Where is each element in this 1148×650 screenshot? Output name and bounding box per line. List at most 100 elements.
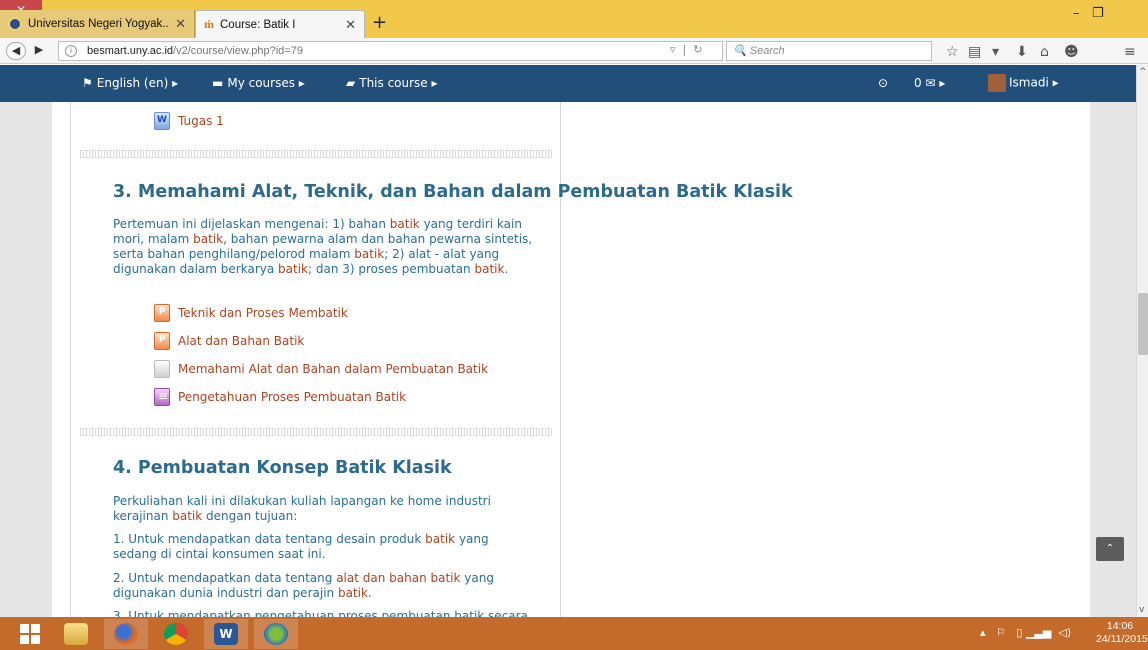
url-path: /v2/course/view.php?id=79 (173, 45, 303, 57)
forward-button[interactable]: ▶ (30, 42, 48, 60)
file-icon (154, 360, 170, 378)
section-4-point-1: 1. Untuk mendapatkan data tentang desain… (113, 532, 513, 562)
activity-memahami-alat[interactable]: Memahami Alat dan Bahan dalam Pembuatan … (154, 360, 488, 378)
new-tab-button[interactable]: + (372, 12, 387, 33)
bookmark-star-icon[interactable]: ☆ (946, 44, 959, 60)
scroll-up-icon[interactable]: ^ (1139, 67, 1147, 77)
user-name: Ismadi (1009, 75, 1049, 90)
show-hidden-icons-icon[interactable]: ▴ (980, 626, 986, 639)
url-bar[interactable]: i besmart.uny.ac.id/v2/course/view.php?i… (58, 41, 723, 61)
this-course-menu[interactable]: ▰ This course ▸ (346, 76, 438, 90)
highlighted-term: batik (389, 217, 420, 231)
powerpoint-icon (154, 332, 170, 350)
signal-icon[interactable]: ▁▃▅ (1026, 626, 1051, 639)
my-courses-menu[interactable]: ▬ My courses ▸ (212, 76, 305, 90)
pocket-icon[interactable]: ▾ (992, 44, 999, 60)
taskbar-firefox[interactable] (104, 619, 148, 649)
tab-universitas[interactable]: Universitas Negeri Yogyak... ✕ (0, 10, 195, 38)
reload-icon[interactable]: ↻ (693, 43, 702, 56)
activity-tugas-1[interactable]: Tugas 1 (154, 112, 224, 130)
paragraph-text: . (367, 586, 372, 600)
network-icon[interactable]: ▯ (1016, 626, 1022, 639)
tab-label: Course: Batik I (220, 18, 296, 31)
section-3-title: 3. Memahami Alat, Teknik, dan Bahan dala… (113, 182, 793, 202)
paragraph-text: ; dan 3) proses pembuatan (308, 262, 475, 276)
activity-label: Tugas 1 (178, 114, 224, 128)
section-4-point-3: 3. Untuk mendapatkan pengetahuan proses … (113, 609, 528, 617)
tab-course-batik[interactable]: ṁ Course: Batik I ✕ (195, 10, 365, 38)
flag-icon: ⚑ (82, 76, 93, 90)
section-4-title: 4. Pembuatan Konsep Batik Klasik (113, 458, 452, 478)
section-right-border (560, 102, 561, 617)
start-button[interactable] (8, 619, 52, 649)
minimize-window-button[interactable]: – (1073, 6, 1080, 21)
scroll-down-icon[interactable]: v (1139, 605, 1144, 615)
moodle-favicon-icon: ṁ (204, 17, 214, 31)
taskbar-chrome[interactable] (154, 619, 198, 649)
briefcase-icon: ▬ (212, 76, 224, 90)
user-menu[interactable]: Ismadi ▸ (988, 74, 1059, 92)
tab-close-icon[interactable]: ✕ (345, 17, 356, 33)
language-label: English (en) (96, 76, 169, 90)
system-tray: ▴ ⚐ ▯ ▁▃▅ ◁) (980, 626, 1071, 639)
activity-teknik-proses[interactable]: Teknik dan Proses Membatik (154, 304, 348, 322)
site-identity-icon[interactable]: i (65, 45, 77, 57)
moodle-navbar: ⚑ English (en) ▸ ▬ My courses ▸ ▰ This cour… (0, 65, 1136, 102)
tab-close-icon[interactable]: ✕ (175, 16, 186, 32)
word-document-icon (154, 112, 170, 130)
volume-icon[interactable]: ◁) (1058, 626, 1071, 639)
section-divider (80, 150, 552, 158)
taskbar-clock[interactable]: 14:06 24/11/2015 (1096, 620, 1148, 646)
action-center-flag-icon[interactable]: ⚐ (996, 626, 1006, 639)
scrollbar-thumb[interactable] (1138, 293, 1148, 355)
section-4-point-2: 2. Untuk mendapatkan data tentang alat d… (113, 571, 513, 601)
highlighted-term: alat dan bahan batik (336, 571, 461, 585)
bookmarks-list-icon[interactable]: ▤ (968, 44, 981, 60)
chat-icon[interactable]: ☻ (1064, 44, 1079, 60)
page-icon (154, 388, 170, 406)
taskbar-word[interactable]: W (204, 619, 248, 649)
vertical-scrollbar[interactable]: ^ v (1136, 65, 1148, 617)
globe-app-icon (264, 623, 288, 645)
url-dropdown-icon[interactable]: ▿ | ↻ (670, 43, 702, 56)
book-icon: ▰ (346, 76, 356, 90)
browser-titlebar: Universitas Negeri Yogyak... ✕ ṁ Course:… (0, 0, 1148, 38)
search-input[interactable]: 🔍 Search (726, 41, 932, 61)
this-course-label: This course (359, 76, 428, 90)
envelope-icon: ✉ (925, 76, 936, 90)
windows-logo-icon (20, 624, 40, 644)
section-left-border (70, 102, 71, 617)
maximize-window-button[interactable]: ❐ (1092, 6, 1104, 21)
downloads-icon[interactable]: ⬇ (1016, 44, 1028, 60)
avatar (988, 74, 1006, 92)
highlighted-term: batik (474, 262, 505, 276)
language-menu[interactable]: ⚑ English (en) ▸ (82, 76, 178, 90)
menu-icon[interactable]: ≡ (1124, 44, 1136, 60)
section-3-summary: Pertemuan ini dijelaskan mengenai: 1) ba… (113, 217, 538, 277)
activity-pengetahuan-proses[interactable]: Pengetahuan Proses Pembuatan Batik (154, 388, 406, 406)
navigation-toolbar: ◀ ▶ i besmart.uny.ac.id/v2/course/view.p… (0, 38, 1148, 64)
activity-alat-bahan[interactable]: Alat dan Bahan Batik (154, 332, 304, 350)
clock-time: 14:06 (1106, 620, 1134, 632)
paragraph-text: Pertemuan ini dijelaskan mengenai: 1) ba… (113, 217, 390, 231)
url-host: besmart.uny.ac.id (87, 45, 174, 57)
home-icon[interactable]: ⌂ (1040, 44, 1049, 60)
notifications-icon[interactable]: ⊙ (878, 76, 888, 90)
highlighted-term: batik (354, 247, 385, 261)
paragraph-text: . (504, 262, 509, 276)
section-4-intro: Perkuliahan kali ini dilakukan kuliah la… (113, 494, 513, 524)
message-count: 0 (914, 76, 922, 90)
taskbar-file-explorer[interactable] (54, 619, 98, 649)
paragraph-text: 2. Untuk mendapatkan data tentang (113, 571, 337, 585)
activity-label: Memahami Alat dan Bahan dalam Pembuatan … (178, 362, 489, 376)
back-to-top-button[interactable]: ⌃ (1096, 537, 1124, 561)
paragraph-text: dengan tujuan: (202, 509, 298, 523)
messages-menu[interactable]: 0 ✉ ▸ (914, 76, 945, 90)
word-icon: W (214, 623, 238, 645)
highlighted-term: batik (172, 509, 203, 523)
paragraph-text: 1. Untuk mendapatkan data tentang desain… (113, 532, 426, 546)
windows-taskbar: W ▴ ⚐ ▯ ▁▃▅ ◁) 14:06 24/11/2015 (0, 617, 1148, 650)
back-button[interactable]: ◀ (6, 42, 26, 60)
highlighted-term: batik (425, 532, 456, 546)
taskbar-app[interactable] (254, 619, 298, 649)
